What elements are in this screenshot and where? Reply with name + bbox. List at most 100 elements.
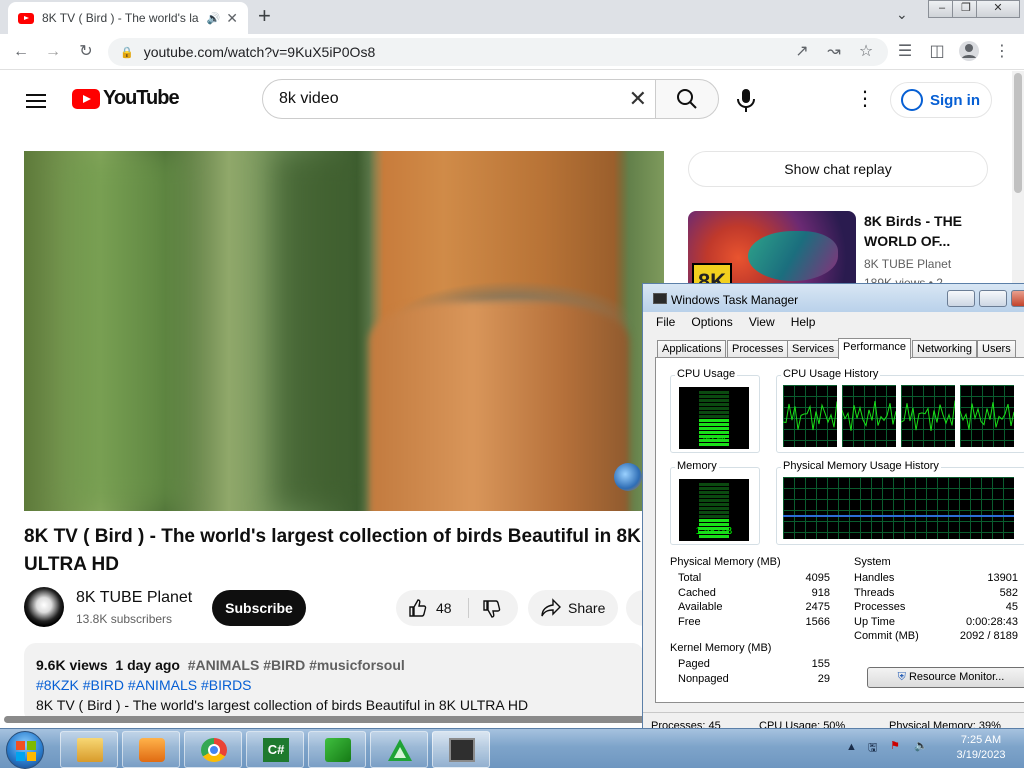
- network-icon[interactable]: 🖫: [868, 739, 877, 758]
- tab-performance[interactable]: Performance: [838, 338, 911, 359]
- like-dislike-bar: 48: [396, 590, 518, 626]
- profile-avatar-icon[interactable]: [957, 40, 981, 64]
- account-icon: [901, 89, 923, 111]
- description-box[interactable]: 9.6K views 1 day ago #ANIMALS #BIRD #mus…: [24, 643, 644, 717]
- cpu-history-group: CPU Usage History: [776, 368, 1024, 453]
- windows-logo-icon: [16, 741, 36, 761]
- tab-applications[interactable]: Applications: [657, 340, 727, 358]
- tab-services[interactable]: Services: [787, 340, 840, 358]
- physical-memory-table: Total 4095 Cached 918 Available 2475 Free 15…: [678, 572, 830, 630]
- taskbar-csharp-button[interactable]: C#: [246, 731, 304, 768]
- chrome-menu-icon[interactable]: ⋮: [990, 40, 1014, 64]
- menu-file[interactable]: File: [656, 312, 675, 332]
- meter-bar-segment: [699, 499, 729, 502]
- cpu-usage-label: CPU Usage: [675, 368, 738, 380]
- video-player[interactable]: [24, 151, 664, 511]
- subscribe-button[interactable]: Subscribe: [212, 590, 306, 626]
- description-text: 8K TV ( Bird ) - The world's largest col…: [36, 697, 529, 713]
- task-manager-titlebar[interactable]: Windows Task Manager: [643, 284, 1024, 312]
- taskbar-clock[interactable]: 7:25 AM 3/19/2023: [946, 733, 1016, 763]
- side-panel-icon[interactable]: ◫: [925, 40, 949, 64]
- tm-maximize-button[interactable]: [979, 290, 1007, 307]
- sign-in-button[interactable]: Sign in: [890, 82, 992, 118]
- back-arrow-icon[interactable]: ←: [9, 40, 33, 64]
- meter-bar-segment: [699, 395, 729, 398]
- start-button[interactable]: [6, 731, 44, 769]
- clock-date: 3/19/2023: [956, 749, 1006, 761]
- taskbar-triangle-app-button[interactable]: [370, 731, 428, 768]
- volume-icon[interactable]: 🔈: [914, 739, 928, 752]
- speaker-icon[interactable]: 🔊: [207, 12, 221, 25]
- taskbar-media-player-button[interactable]: [122, 731, 180, 768]
- kernel-memory-group: Kernel Memory (MB) Paged 155 Nonpaged 29: [668, 642, 840, 692]
- channel-watermark-icon[interactable]: [614, 463, 642, 491]
- taskbar-task-manager-button[interactable]: [432, 731, 490, 768]
- forward-arrow-icon[interactable]: →: [41, 40, 65, 64]
- taskbar-green-app-button[interactable]: [308, 731, 366, 768]
- dislike-thumb-icon[interactable]: [482, 599, 502, 619]
- stat-label: Threads: [854, 586, 895, 599]
- close-tab-icon[interactable]: ✕: [226, 10, 238, 27]
- page-scrollbar-thumb[interactable]: [1014, 73, 1022, 193]
- browser-tab[interactable]: 8K TV ( Bird ) - The world's la 🔊 ✕: [8, 2, 248, 34]
- sign-in-label: Sign in: [930, 91, 980, 109]
- like-thumb-icon[interactable]: [408, 598, 428, 618]
- clear-search-icon[interactable]: ✕: [629, 80, 647, 118]
- tab-networking[interactable]: Networking: [912, 340, 978, 358]
- cpu-history-trace: [900, 400, 956, 431]
- video-frame-blur: [274, 151, 354, 511]
- action-center-flag-icon[interactable]: ⚑: [890, 739, 900, 752]
- voice-search-button[interactable]: [732, 87, 760, 112]
- bookmark-star-icon[interactable]: ☆: [854, 40, 878, 64]
- hashtags-line-2[interactable]: #8KZK #BIRD #ANIMALS #BIRDS: [36, 675, 632, 695]
- horizontal-scrollbar-thumb[interactable]: [4, 716, 664, 723]
- meter-bar-segment: [699, 535, 729, 538]
- recommended-video-channel[interactable]: 8K TUBE Planet: [864, 257, 951, 271]
- youtube-logo[interactable]: YouTube: [72, 87, 180, 110]
- show-hidden-icons-icon[interactable]: ▲: [846, 741, 857, 753]
- hashtags-line-1[interactable]: #ANIMALS #BIRD #musicforsoul: [188, 657, 405, 673]
- system-group: System Handles 13901 Threads 582 Processes…: [852, 556, 1024, 652]
- memory-meter: 1.58 GB: [679, 479, 749, 541]
- show-chat-replay-button[interactable]: Show chat replay: [688, 151, 988, 187]
- stat-row: Threads 582: [854, 587, 1018, 602]
- reload-icon[interactable]: ↻: [74, 40, 98, 64]
- share-page-icon[interactable]: ↝: [822, 40, 846, 64]
- channel-avatar[interactable]: [24, 587, 64, 627]
- memory-group: Memory 1.58 GB: [670, 460, 760, 545]
- like-count: 48: [436, 600, 452, 616]
- taskbar-chrome-button[interactable]: [184, 731, 242, 768]
- tm-close-button[interactable]: [1011, 290, 1024, 307]
- taskbar-explorer-button[interactable]: [60, 731, 118, 768]
- search-button[interactable]: [655, 79, 719, 119]
- address-bar[interactable]: 🔒 youtube.com/watch?v=9KuX5iP0Os8: [108, 38, 888, 66]
- channel-name[interactable]: 8K TUBE Planet: [76, 589, 192, 607]
- stat-label: Processes: [854, 601, 906, 614]
- open-in-app-icon[interactable]: ↗: [790, 40, 814, 64]
- stat-row: Free 1566: [678, 616, 830, 631]
- resource-monitor-button[interactable]: ⛨ Resource Monitor...: [867, 667, 1024, 688]
- menu-help[interactable]: Help: [791, 312, 816, 332]
- media-control-icon[interactable]: ☰: [893, 40, 917, 64]
- new-tab-button[interactable]: +: [258, 4, 271, 28]
- tab-users[interactable]: Users: [977, 340, 1016, 358]
- lock-icon[interactable]: 🔒: [120, 46, 134, 59]
- stat-value: 918: [811, 586, 830, 599]
- tab-processes[interactable]: Processes: [727, 340, 789, 358]
- stat-row: Up Time 0:00:28:43: [854, 616, 1018, 631]
- tab-search-chevron-icon[interactable]: ⌄: [896, 6, 908, 23]
- stat-value: 2092 / 8189: [959, 630, 1018, 643]
- menu-view[interactable]: View: [749, 312, 775, 332]
- meter-bar-segment: [699, 431, 729, 434]
- settings-dots-icon[interactable]: ⋮: [855, 89, 875, 109]
- stat-label: Nonpaged: [678, 672, 729, 685]
- hamburger-menu-icon[interactable]: [26, 90, 46, 112]
- tm-minimize-button[interactable]: [947, 290, 975, 307]
- window-close-button[interactable]: ✕: [976, 0, 1020, 18]
- stat-value: 582: [999, 586, 1018, 599]
- share-button[interactable]: Share: [528, 590, 618, 626]
- recommended-video-title[interactable]: 8K Birds - THE WORLD OF...: [864, 211, 1004, 251]
- menu-options[interactable]: Options: [691, 312, 732, 332]
- stat-label: Cached: [678, 586, 716, 599]
- search-input[interactable]: 8k video ✕: [262, 79, 656, 119]
